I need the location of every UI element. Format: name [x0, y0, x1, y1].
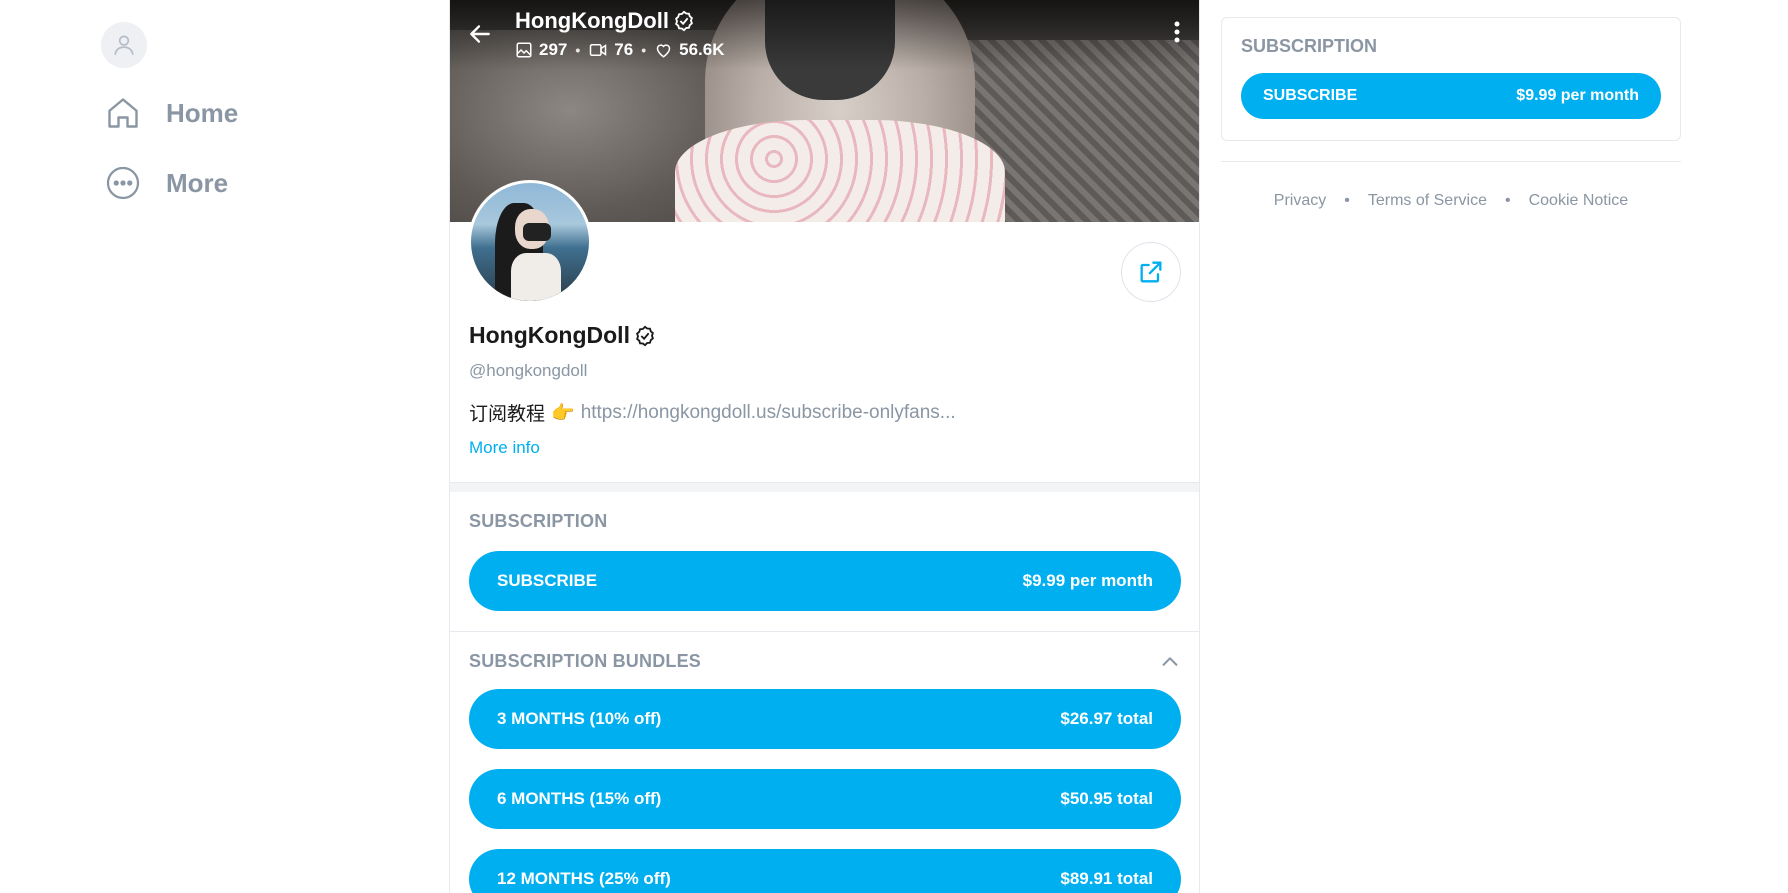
right-subscription-card: SUBSCRIPTION SUBSCRIBE $9.99 per month [1221, 17, 1681, 141]
separator: • [1504, 192, 1511, 209]
subscribe-button[interactable]: SUBSCRIBE $9.99 per month [469, 551, 1181, 611]
profile-avatar[interactable] [468, 180, 592, 304]
bio-text: 订阅教程 [469, 404, 546, 425]
section-divider [450, 482, 1199, 492]
collapse-button[interactable] [1159, 651, 1181, 678]
sidebar-item-label: More [166, 167, 229, 198]
terms-link[interactable]: Terms of Service [1368, 192, 1487, 210]
kebab-menu-icon [1174, 21, 1180, 43]
section-title: SUBSCRIPTION [469, 511, 608, 531]
user-icon [114, 35, 134, 55]
arrow-left-icon [470, 25, 490, 43]
profile-info: HongKongDoll @hongkongdoll 订阅教程 👉 https:… [469, 322, 1179, 458]
more-icon [104, 164, 142, 202]
photos-count[interactable]: 297 [515, 40, 567, 60]
bundle-6-months-button[interactable]: 6 MONTHS (15% off) $50.95 total [469, 769, 1181, 829]
section-title: SUBSCRIPTION BUNDLES [469, 651, 702, 671]
heart-icon [656, 44, 671, 58]
options-button[interactable] [1173, 20, 1181, 49]
subscription-section: SUBSCRIPTION SUBSCRIBE $9.99 per month [469, 511, 1181, 611]
profile-bio: 订阅教程 👉 https://hongkongdoll.us/subscribe… [469, 399, 1179, 426]
user-avatar[interactable] [101, 22, 147, 68]
cookie-notice-link[interactable]: Cookie Notice [1529, 192, 1629, 210]
pointing-hand-icon: 👉 [551, 402, 575, 424]
section-divider [450, 631, 1199, 632]
bundle-12-months-button[interactable]: 12 MONTHS (25% off) $89.91 total [469, 849, 1181, 893]
cover-header: HongKongDoll 297 • 76 • 56.6K [450, 0, 1199, 64]
divider [1221, 161, 1681, 162]
bundle-3-months-button[interactable]: 3 MONTHS (10% off) $26.97 total [469, 689, 1181, 749]
profile-column: HongKongDoll 297 • 76 • 56.6K HongKongDo… [449, 0, 1200, 893]
more-info-link[interactable]: More info [469, 438, 540, 458]
profile-handle: @hongkongdoll [469, 361, 588, 380]
footer-links: Privacy • Terms of Service • Cookie Noti… [1221, 192, 1681, 210]
verified-icon [636, 325, 654, 346]
chevron-up-icon [1162, 657, 1178, 666]
sidebar-item-home[interactable]: Home [96, 90, 396, 136]
section-title: SUBSCRIPTION [1241, 36, 1378, 56]
sidebar: Home More [96, 22, 396, 230]
video-icon [590, 44, 607, 56]
verified-icon [675, 10, 693, 32]
separator: • [1344, 192, 1350, 209]
profile-name: HongKongDoll [469, 322, 630, 348]
sidebar-item-label: Home [166, 97, 239, 128]
cover-info: HongKongDoll 297 • 76 • 56.6K [515, 8, 724, 60]
bundles-section: SUBSCRIPTION BUNDLES 3 MONTHS (10% off) … [469, 651, 1181, 893]
image-icon [516, 42, 532, 58]
cover-stats: 297 • 76 • 56.6K [515, 40, 724, 60]
cover-name: HongKongDoll [515, 8, 669, 33]
page: Home More HongKongDoll 297 • 76 • 56.6K … [0, 0, 1788, 893]
subscribe-button[interactable]: SUBSCRIBE $9.99 per month [1241, 73, 1661, 119]
privacy-link[interactable]: Privacy [1274, 192, 1326, 210]
videos-count[interactable]: 76 [588, 40, 633, 60]
share-button[interactable] [1121, 242, 1181, 302]
sidebar-item-more[interactable]: More [96, 160, 396, 206]
home-icon [104, 94, 142, 132]
bio-link[interactable]: https://hongkongdoll.us/subscribe-onlyfa… [581, 402, 956, 424]
share-icon [1140, 261, 1162, 283]
likes-count: 56.6K [654, 40, 724, 60]
back-button[interactable] [464, 18, 496, 50]
